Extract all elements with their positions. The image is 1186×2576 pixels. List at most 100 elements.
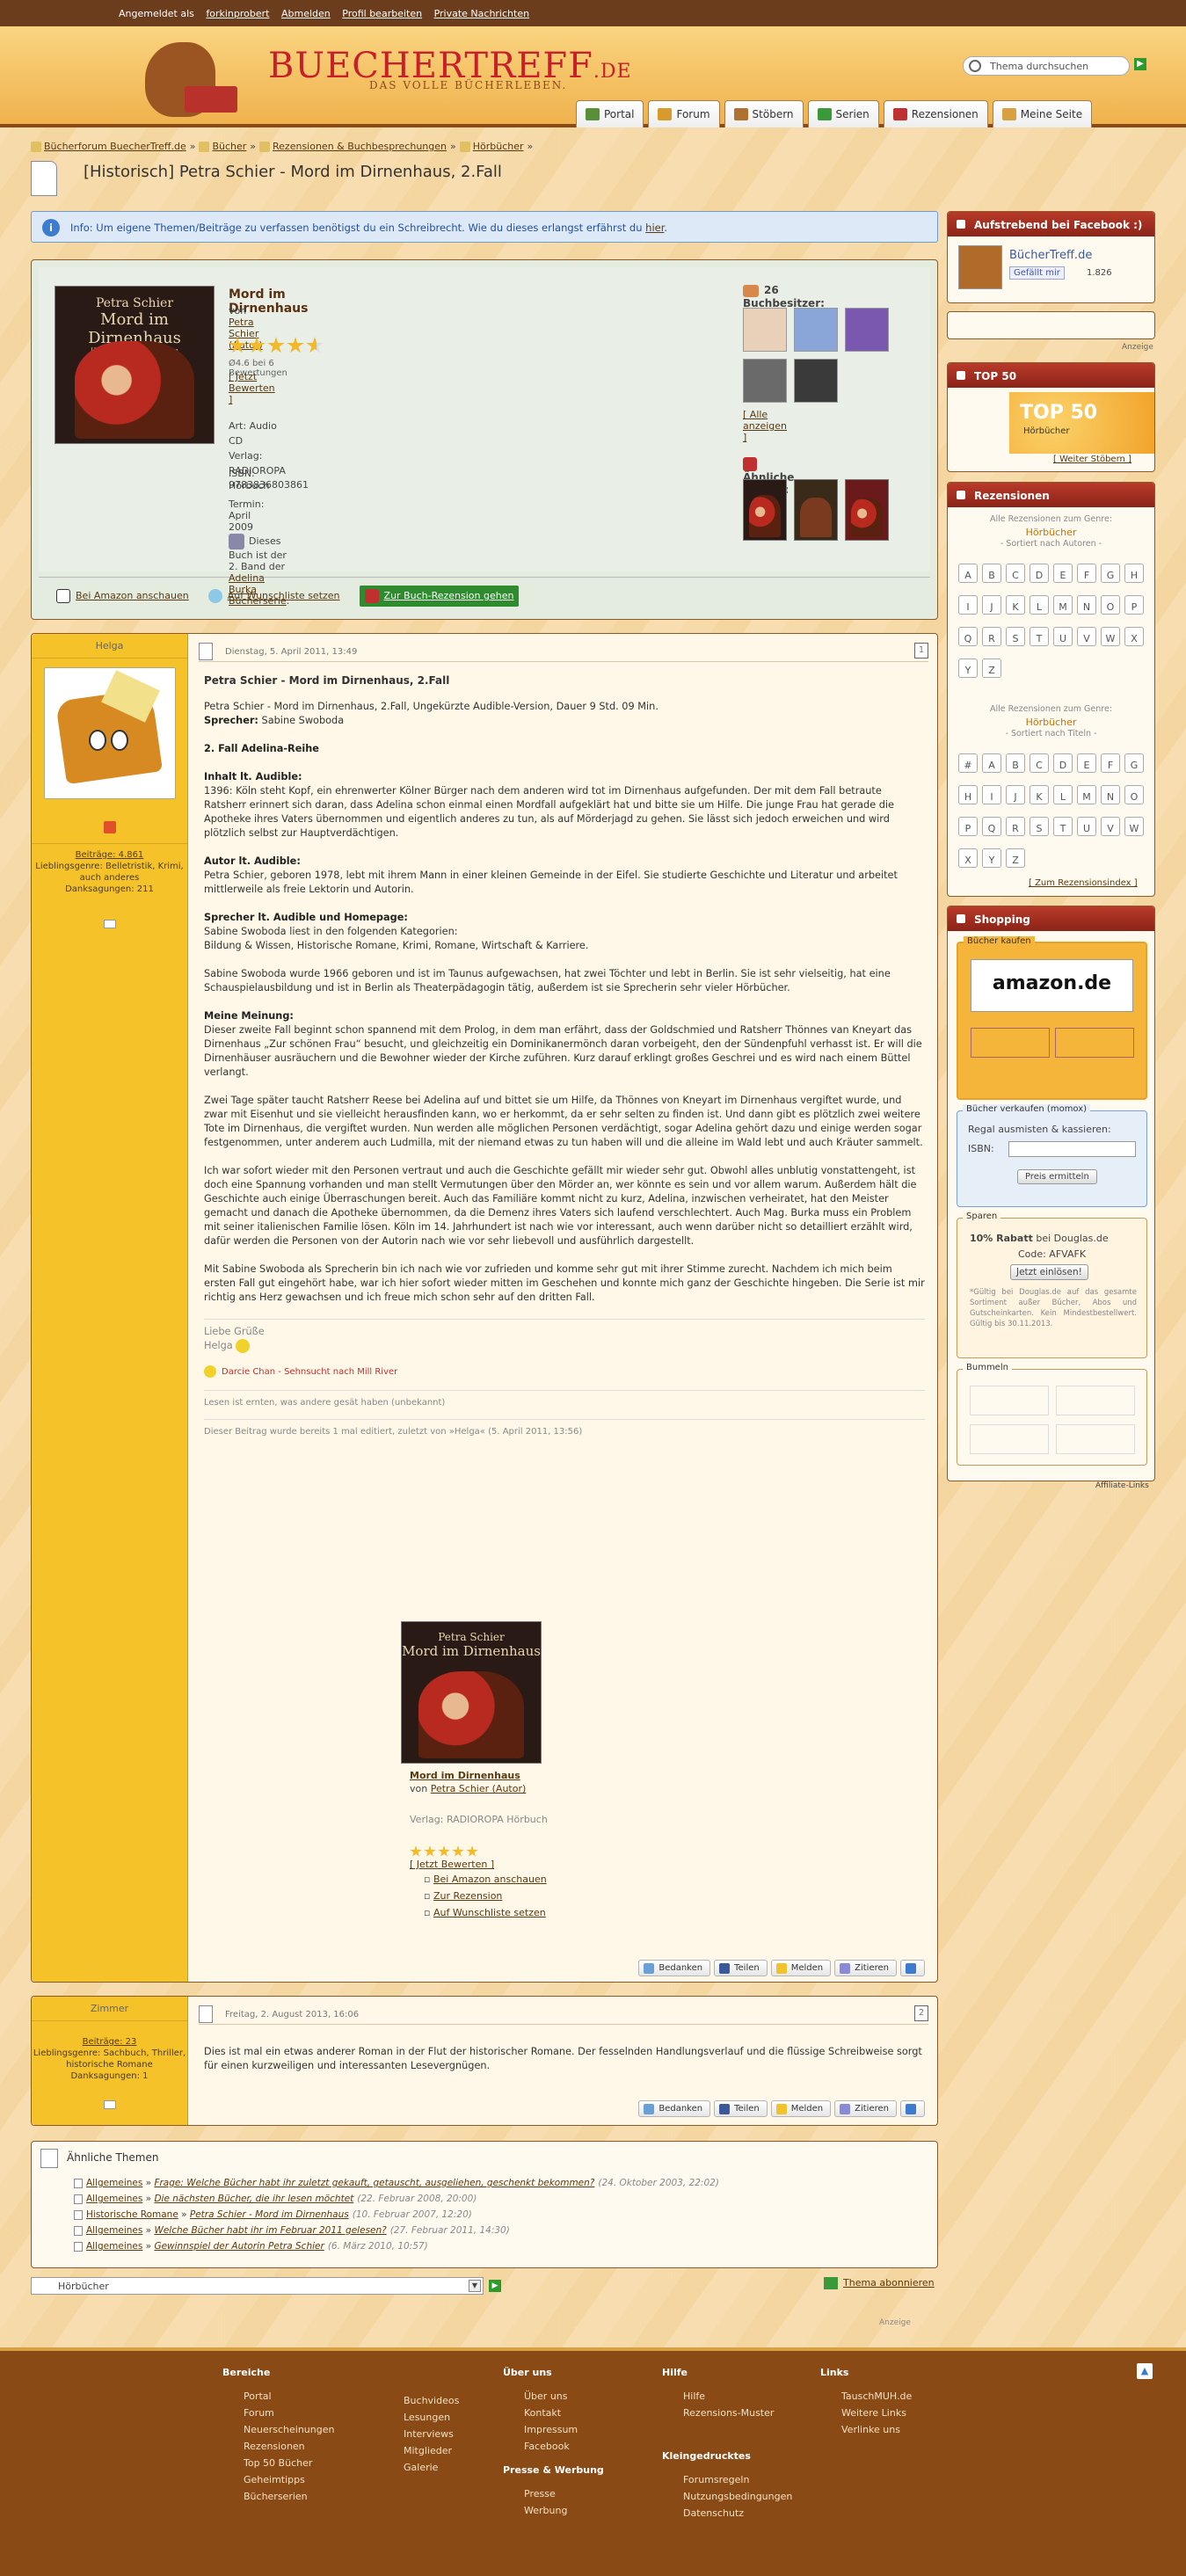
footer-link[interactable]: Nutzungsbedingungen [673,2491,792,2502]
letter-filter[interactable]: N [1101,785,1120,804]
footer-link[interactable]: Werbung [513,2505,604,2516]
topic-link[interactable]: Frage: Welche Bücher habt ihr zuletzt ge… [154,2178,594,2188]
book-card-review-link[interactable]: Zur Rezension [433,1890,502,1902]
letter-filter[interactable]: U [1053,627,1073,646]
logout-link[interactable]: Abmelden [281,8,331,19]
letter-filter[interactable]: M [1077,785,1096,804]
letter-filter[interactable]: C [1006,564,1025,583]
letter-filter[interactable]: P [958,817,978,836]
letter-filter[interactable]: S [1030,817,1049,836]
topic-link[interactable]: Gewinnspiel der Autorin Petra Schier [154,2241,324,2252]
post-number-link[interactable]: 1 [914,643,928,659]
letter-filter[interactable]: V [1077,627,1096,646]
owner-avatar[interactable] [743,308,787,352]
scroll-top-button[interactable] [900,2100,925,2117]
letter-filter[interactable]: I [958,595,978,615]
topic-category-link[interactable]: Allgemeines [86,2241,142,2252]
similar-book-cover[interactable] [794,479,838,541]
footer-link[interactable]: Impressum [513,2424,604,2435]
letter-filter[interactable]: C [1030,753,1049,773]
isbn-input[interactable] [1008,1141,1136,1157]
nav-tab-5[interactable]: Meine Seite [992,100,1093,127]
letter-filter[interactable]: R [1006,817,1025,836]
letter-filter[interactable]: G [1101,564,1120,583]
topic-link[interactable]: Die nächsten Bücher, die ihr lesen möcht… [154,2194,353,2204]
letter-filter[interactable]: W [1101,627,1120,646]
squirrel-logo[interactable] [132,33,273,121]
letter-filter[interactable]: K [1006,595,1025,615]
breadcrumb-link[interactable]: Rezensionen & Buchbesprechungen [273,141,447,152]
edit-profile-link[interactable]: Profil bearbeiten [342,8,422,19]
letter-filter[interactable]: Y [982,848,1001,868]
shop-slot[interactable] [1055,1028,1134,1058]
letter-filter[interactable]: J [982,595,1001,615]
letter-filter[interactable]: D [1053,753,1073,773]
redeem-button[interactable]: Jetzt einlösen! [1010,1264,1088,1280]
book-cover[interactable]: Petra SchierMord im DirnenhausHistorisch… [55,286,215,444]
facebook-like-button[interactable]: Gefällt mir [1009,266,1065,280]
review-link[interactable]: Zur Buch-Rezension gehen [384,590,514,601]
browse-slot[interactable] [970,1386,1049,1415]
letter-filter[interactable]: K [1030,785,1049,804]
book-card-title[interactable]: Mord im Dirnenhaus [410,1770,520,1781]
book-card-amazon-link[interactable]: Bei Amazon anschauen [433,1874,547,1885]
letter-filter[interactable]: X [958,848,978,868]
rate-now-link[interactable]: [ Jetzt Bewerten ] [229,371,275,405]
topic-link[interactable]: Welche Bücher habt ihr im Februar 2011 g… [154,2225,386,2236]
footer-link[interactable]: Lesungen [393,2412,459,2423]
browse-slot[interactable] [1056,1386,1135,1415]
footer-link[interactable]: Kontakt [513,2407,604,2419]
footer-link[interactable]: Facebook [513,2441,604,2452]
owner-avatar[interactable] [845,308,889,352]
footer-link[interactable]: Neuerscheinungen [233,2424,334,2435]
letter-filter[interactable]: O [1124,785,1144,804]
letter-filter[interactable]: T [1053,817,1073,836]
thank-button[interactable]: Bedanken [638,1960,711,1976]
footer-link[interactable]: Über uns [513,2390,604,2402]
footer-link[interactable]: Verlinke uns [831,2424,912,2435]
letter-filter[interactable]: W [1124,817,1144,836]
letter-filter[interactable]: H [958,785,978,804]
letter-filter[interactable]: F [1101,753,1120,773]
footer-link[interactable]: Rezensionen [233,2441,334,2452]
letter-filter[interactable]: P [1124,595,1144,615]
letter-filter[interactable]: G [1124,753,1144,773]
book-card-cover[interactable]: Petra Schier Mord im Dirnenhaus [401,1621,542,1764]
letter-filter[interactable]: L [1030,595,1049,615]
letter-filter[interactable]: H [1124,564,1144,583]
owner-avatar[interactable] [743,359,787,403]
footer-link[interactable]: Datenschutz [673,2507,792,2519]
topic-category-link[interactable]: Historische Romane [86,2209,178,2220]
letter-filter[interactable]: I [982,785,1001,804]
letter-filter[interactable]: Z [982,659,1001,678]
footer-link[interactable]: Interviews [393,2428,459,2440]
footer-link[interactable]: Geheimtipps [233,2474,334,2485]
breadcrumb-link[interactable]: Bücherforum BuecherTreff.de [44,141,186,152]
all-owners-link[interactable]: [ Alle anzeigen ] [743,409,787,443]
message-icon[interactable] [104,920,116,928]
letter-filter[interactable]: V [1101,817,1120,836]
breadcrumb-link[interactable]: Bücher [212,141,246,152]
letter-filter[interactable]: E [1077,753,1096,773]
facebook-page-avatar[interactable] [958,245,1002,289]
letter-filter[interactable]: O [1101,595,1120,615]
nav-tab-3[interactable]: Serien [807,100,879,127]
shop-slot[interactable] [971,1028,1050,1058]
similar-book-cover[interactable] [743,479,787,541]
letter-filter[interactable]: A [982,753,1001,773]
letter-filter[interactable]: Z [1006,848,1025,868]
breadcrumb-link[interactable]: Hörbücher [473,141,524,152]
letter-filter[interactable]: T [1030,627,1049,646]
quote-button[interactable]: Zitieren [834,1960,897,1976]
quote-button[interactable]: Zitieren [834,2100,897,2117]
letter-filter[interactable]: J [1006,785,1025,804]
footer-link[interactable]: Bücherserien [233,2491,334,2502]
footer-link[interactable]: Hilfe [673,2390,792,2402]
footer-link[interactable]: Forum [233,2407,334,2419]
footer-link[interactable]: Presse [513,2488,604,2500]
share-button[interactable]: Teilen [714,2100,768,2117]
nav-tab-4[interactable]: Rezensionen [883,100,988,127]
letter-filter[interactable]: X [1124,627,1144,646]
share-button[interactable]: Teilen [714,1960,768,1976]
forum-jump-select[interactable]: Hörbücher ▼ [31,2277,484,2295]
